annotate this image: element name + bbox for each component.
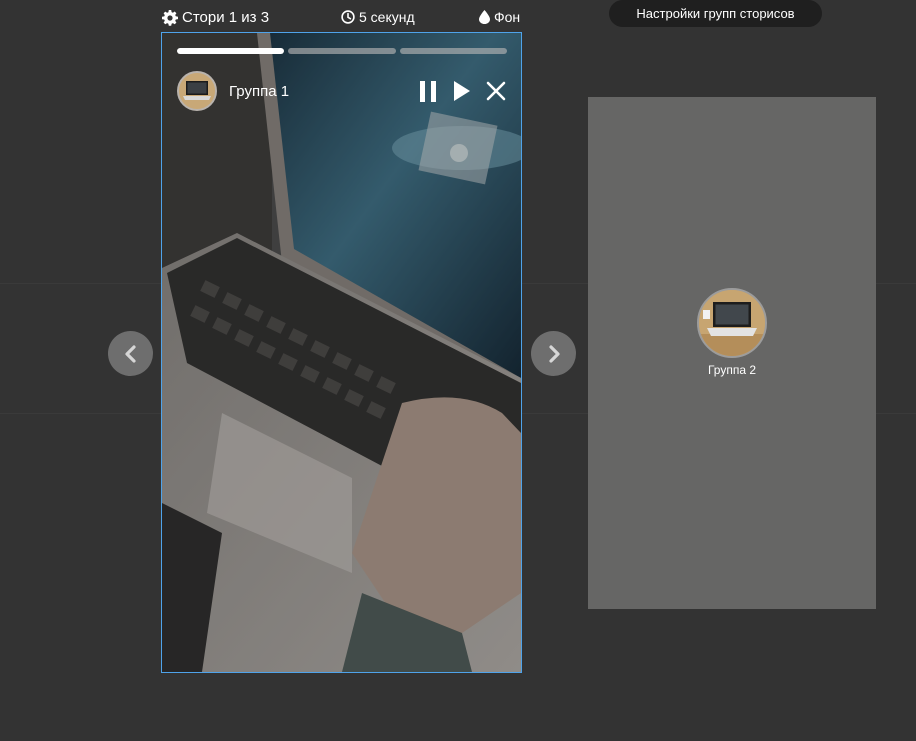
chevron-left-icon — [124, 344, 136, 363]
background-setting[interactable]: Фон — [479, 9, 520, 25]
stories-counter: Стори 1 из 3 — [162, 9, 269, 26]
drop-icon — [479, 10, 490, 24]
story-duration-label: 5 секунд — [359, 9, 415, 25]
group-avatar[interactable] — [177, 71, 217, 111]
close-icon — [486, 81, 505, 101]
next-group-name: Группа 2 — [707, 363, 757, 377]
chevron-right-icon — [548, 344, 560, 363]
next-group-card[interactable]: Группа 2 — [588, 97, 876, 609]
story-progress — [177, 48, 507, 54]
gear-icon — [162, 9, 178, 26]
progress-segment — [288, 48, 396, 54]
clock-icon — [341, 10, 355, 24]
story-duration[interactable]: 5 секунд — [341, 9, 415, 25]
progress-segment — [177, 48, 285, 54]
story-groups-settings-button[interactable]: Настройки групп сторисов — [609, 0, 822, 27]
play-button[interactable] — [450, 80, 473, 103]
pause-icon — [419, 80, 436, 102]
image-overlay — [162, 33, 521, 672]
pause-button[interactable] — [416, 80, 439, 103]
stories-counter-label: Стори 1 из 3 — [182, 9, 270, 26]
next-group-avatar — [697, 288, 767, 358]
story-viewer[interactable]: Группа 1 — [161, 32, 522, 673]
close-button[interactable] — [484, 80, 507, 103]
next-story-button[interactable] — [531, 331, 576, 376]
laptop-thumbnail — [179, 73, 215, 109]
laptop-thumbnail — [699, 290, 765, 356]
progress-fill — [177, 48, 285, 54]
prev-story-button[interactable] — [108, 331, 153, 376]
group-name: Группа 1 — [229, 82, 290, 100]
story-controls — [416, 80, 507, 103]
story-header: Группа 1 — [177, 71, 507, 111]
play-icon — [454, 81, 470, 101]
background-setting-label: Фон — [494, 9, 521, 25]
progress-segment — [399, 48, 507, 54]
